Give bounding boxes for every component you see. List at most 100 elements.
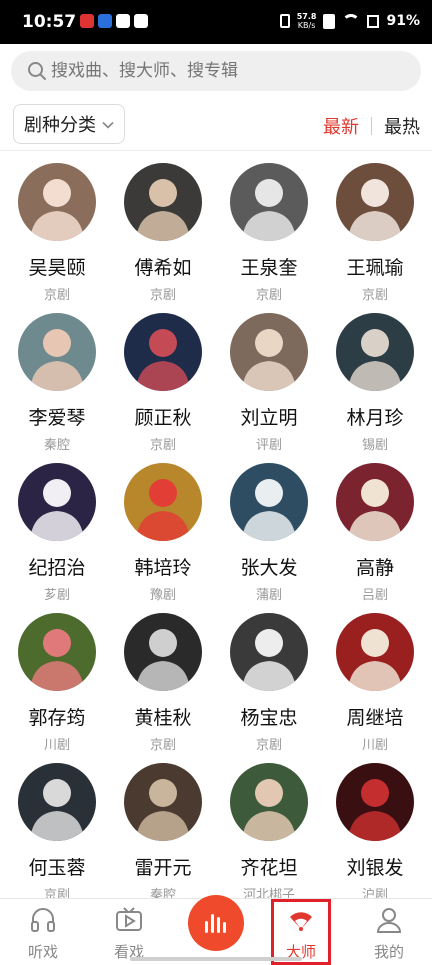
network-speed: 57.8 KB/s	[297, 12, 317, 30]
artist-name: 林月珍	[346, 407, 404, 429]
filter-divider	[0, 150, 432, 151]
artist-genre: 豫剧	[149, 588, 176, 603]
selection-highlight	[271, 899, 331, 965]
artist-card[interactable]: 郭存筠 川剧	[4, 613, 110, 753]
genre-category-dropdown[interactable]: 剧种分类	[13, 104, 125, 144]
center-play-button[interactable]	[188, 895, 244, 951]
artist-card[interactable]: 周继培 川剧	[322, 613, 428, 753]
artist-avatar	[230, 763, 308, 841]
artist-name: 吴昊颐	[28, 257, 86, 279]
artist-card[interactable]: 雷开元 秦腔	[110, 763, 216, 903]
artist-genre: 京剧	[43, 288, 70, 303]
artist-name: 纪招治	[28, 557, 86, 579]
nav-listen-label: 听戏	[27, 943, 58, 961]
artist-genre: 京剧	[255, 288, 282, 303]
artist-name: 齐花坦	[240, 857, 298, 879]
search-input[interactable]	[51, 51, 411, 91]
vibrate-icon	[279, 14, 290, 28]
artist-avatar	[230, 313, 308, 391]
audio-bars-icon	[205, 914, 226, 933]
link-app-icon	[116, 14, 130, 28]
artist-genre: 吕剧	[361, 588, 388, 603]
artist-genre: 京剧	[361, 288, 388, 303]
notification-icons	[80, 14, 148, 28]
nav-mine-label: 我的	[373, 943, 404, 961]
artist-name: 韩培玲	[134, 557, 192, 579]
sort-hot-tab[interactable]: 最热	[384, 113, 420, 139]
artist-name: 何玉蓉	[28, 857, 86, 879]
artist-card[interactable]: 王珮瑜 京剧	[322, 163, 428, 303]
artist-card[interactable]: 林月珍 锡剧	[322, 313, 428, 453]
status-bar: 10:57 57.8 KB/s 91%	[0, 0, 432, 44]
artist-avatar	[336, 763, 414, 841]
artist-card[interactable]: 高静 吕剧	[322, 463, 428, 603]
search-icon	[28, 62, 46, 80]
message-icon	[134, 14, 148, 28]
artist-name: 王泉奎	[240, 257, 298, 279]
artist-genre: 川剧	[361, 738, 388, 753]
app-notification-icon	[98, 14, 112, 28]
artist-card[interactable]: 李爱琴 秦腔	[4, 313, 110, 453]
artist-card[interactable]: 刘银发 沪剧	[322, 763, 428, 903]
close-box-icon	[367, 14, 380, 28]
artist-name: 杨宝忠	[240, 707, 298, 729]
home-indicator	[130, 957, 302, 961]
artist-card[interactable]: 黄桂秋 京剧	[110, 613, 216, 753]
artist-avatar	[18, 613, 96, 691]
artist-card[interactable]: 齐花坦 河北梆子	[216, 763, 322, 903]
network-speed-unit: KB/s	[297, 21, 316, 30]
artist-name: 郭存筠	[28, 707, 86, 729]
news-app-icon	[80, 14, 94, 28]
artist-card[interactable]: 何玉蓉 京剧	[4, 763, 110, 903]
nav-mine[interactable]: 我的	[349, 905, 429, 962]
artist-avatar	[18, 313, 96, 391]
tv-play-icon	[116, 907, 142, 931]
artist-avatar	[124, 763, 202, 841]
artist-card[interactable]: 杨宝忠 京剧	[216, 613, 322, 753]
artist-card[interactable]: 吴昊颐 京剧	[4, 163, 110, 303]
artist-name: 刘立明	[240, 407, 298, 429]
network-speed-value: 57.8	[296, 12, 317, 21]
nav-listen[interactable]: 听戏	[3, 905, 83, 962]
artist-name: 周继培	[346, 707, 404, 729]
wifi-icon	[342, 14, 361, 28]
no-sim-icon	[323, 13, 336, 29]
battery-percent: 91%	[386, 13, 420, 29]
artist-name: 刘银发	[346, 857, 404, 879]
artist-avatar	[336, 313, 414, 391]
artist-card[interactable]: 纪招治 芗剧	[4, 463, 110, 603]
artist-name: 高静	[355, 557, 394, 579]
artist-genre: 川剧	[43, 738, 70, 753]
artist-genre: 京剧	[255, 738, 282, 753]
artist-name: 傅希如	[134, 257, 192, 279]
sort-latest-tab[interactable]: 最新	[323, 113, 359, 139]
artist-name: 张大发	[240, 557, 298, 579]
artist-genre: 芗剧	[43, 588, 70, 603]
headphones-icon	[31, 908, 55, 932]
artist-avatar	[18, 463, 96, 541]
sort-options: 最新 最热	[323, 113, 420, 139]
artist-genre: 京剧	[149, 738, 176, 753]
artist-name: 王珮瑜	[346, 257, 404, 279]
artist-avatar	[230, 613, 308, 691]
artist-card[interactable]: 刘立明 评剧	[216, 313, 322, 453]
artist-avatar	[18, 763, 96, 841]
artist-avatar	[124, 163, 202, 241]
artist-genre: 秦腔	[43, 438, 70, 453]
artist-card[interactable]: 傅希如 京剧	[110, 163, 216, 303]
artist-genre: 京剧	[149, 438, 176, 453]
nav-watch[interactable]: 看戏	[89, 905, 169, 962]
artist-card[interactable]: 王泉奎 京剧	[216, 163, 322, 303]
artist-name: 雷开元	[134, 857, 192, 879]
artist-card[interactable]: 张大发 蒲剧	[216, 463, 322, 603]
artist-card[interactable]: 顾正秋 京剧	[110, 313, 216, 453]
artist-avatar	[230, 163, 308, 241]
search-bar[interactable]	[11, 51, 421, 91]
artist-genre: 蒲剧	[255, 588, 282, 603]
artist-genre: 评剧	[255, 438, 282, 453]
artist-name: 黄桂秋	[134, 707, 192, 729]
artist-card[interactable]: 韩培玲 豫剧	[110, 463, 216, 603]
artist-name: 顾正秋	[134, 407, 192, 429]
artist-genre: 京剧	[149, 288, 176, 303]
bottom-nav: 听戏 看戏 大师 我的	[0, 895, 432, 965]
